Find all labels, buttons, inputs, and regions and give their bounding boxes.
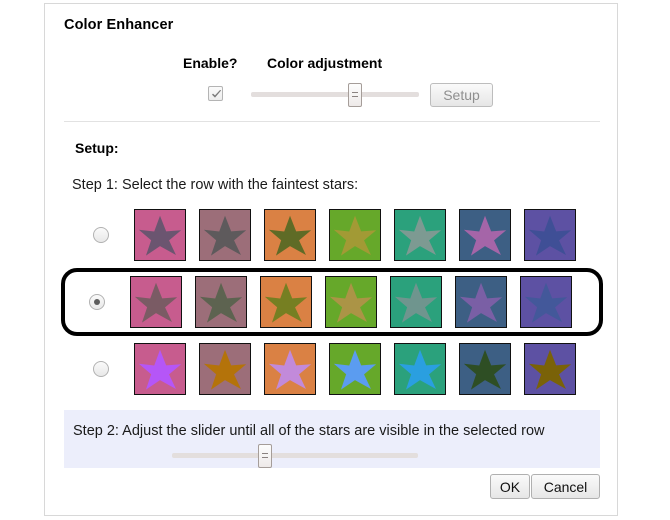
- star-icon: [329, 282, 373, 323]
- color-adjustment-label: Color adjustment: [267, 55, 383, 71]
- color-swatch: [130, 276, 182, 328]
- color-enhancer-dialog: Color Enhancer Enable? Color adjustment …: [0, 0, 670, 520]
- color-swatch: [459, 343, 511, 395]
- color-swatch: [329, 343, 381, 395]
- star-row-0[interactable]: [65, 204, 599, 266]
- color-swatch: [264, 209, 316, 261]
- color-swatch: [524, 343, 576, 395]
- step2-instruction: Step 2: Adjust the slider until all of t…: [73, 423, 545, 439]
- star-icon: [199, 282, 243, 323]
- color-swatch: [520, 276, 572, 328]
- cancel-button[interactable]: Cancel: [531, 474, 600, 499]
- star-icon: [333, 349, 377, 390]
- color-swatch: [394, 209, 446, 261]
- star-icon: [203, 349, 247, 390]
- step2-slider[interactable]: [172, 444, 418, 468]
- color-swatch: [134, 343, 186, 395]
- star-icon: [398, 215, 442, 256]
- color-swatch: [134, 209, 186, 261]
- color-swatch: [199, 343, 251, 395]
- swatch-group: [134, 343, 576, 395]
- setup-button[interactable]: Setup: [430, 83, 493, 107]
- enable-checkbox[interactable]: [208, 86, 223, 101]
- star-icon: [134, 282, 178, 323]
- color-swatch: [195, 276, 247, 328]
- row-radio-0[interactable]: [93, 227, 109, 243]
- star-icon: [203, 215, 247, 256]
- slider-thumb[interactable]: [348, 83, 363, 107]
- dialog-panel: Color Enhancer Enable? Color adjustment …: [44, 3, 618, 516]
- color-adjustment-slider[interactable]: [251, 83, 419, 107]
- row-radio-2[interactable]: [93, 361, 109, 377]
- star-icon: [524, 282, 568, 323]
- row-radio-1[interactable]: [89, 294, 105, 310]
- star-icon: [333, 215, 377, 256]
- color-swatch: [325, 276, 377, 328]
- star-icon: [138, 215, 182, 256]
- star-icon: [463, 349, 507, 390]
- star-row-1[interactable]: [61, 268, 603, 336]
- star-icon: [268, 215, 312, 256]
- color-swatch: [260, 276, 312, 328]
- setup-heading: Setup:: [75, 140, 119, 156]
- section-divider: [64, 121, 600, 122]
- star-icon: [264, 282, 308, 323]
- color-swatch: [264, 343, 316, 395]
- swatch-group: [130, 276, 572, 328]
- enable-label: Enable?: [183, 55, 238, 71]
- star-icon: [394, 282, 438, 323]
- slider-track[interactable]: [172, 453, 418, 458]
- star-icon: [398, 349, 442, 390]
- star-row-2[interactable]: [65, 338, 599, 400]
- color-swatch: [390, 276, 442, 328]
- slider-thumb[interactable]: [258, 444, 273, 468]
- star-row-list: [45, 202, 617, 402]
- color-swatch: [524, 209, 576, 261]
- step2-section: Step 2: Adjust the slider until all of t…: [64, 410, 600, 468]
- check-icon: [212, 90, 222, 98]
- star-icon: [528, 215, 572, 256]
- star-icon: [528, 349, 572, 390]
- color-swatch: [459, 209, 511, 261]
- star-icon: [463, 215, 507, 256]
- star-icon: [138, 349, 182, 390]
- star-icon: [459, 282, 503, 323]
- star-icon: [268, 349, 312, 390]
- page-title: Color Enhancer: [64, 17, 174, 33]
- color-swatch: [329, 209, 381, 261]
- ok-button[interactable]: OK: [490, 474, 530, 499]
- step1-instruction: Step 1: Select the row with the faintest…: [72, 177, 359, 193]
- color-swatch: [199, 209, 251, 261]
- color-swatch: [394, 343, 446, 395]
- slider-track[interactable]: [251, 92, 419, 97]
- swatch-group: [134, 209, 576, 261]
- color-swatch: [455, 276, 507, 328]
